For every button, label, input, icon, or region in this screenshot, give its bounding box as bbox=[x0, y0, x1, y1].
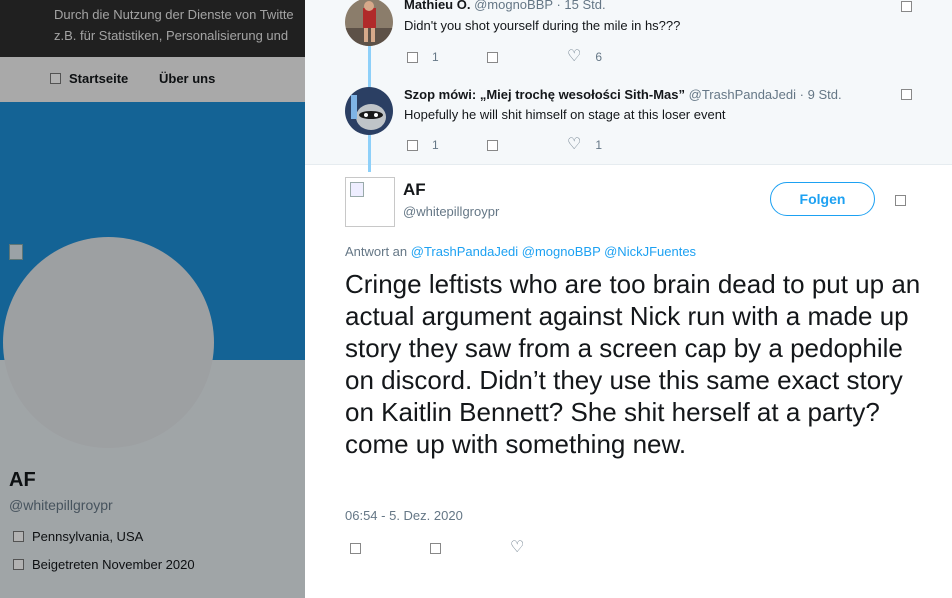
reply-avatar[interactable] bbox=[345, 87, 393, 135]
reply-to-line: Antwort an @TrashPandaJedi @mognoBBP @Ni… bbox=[345, 244, 696, 259]
like-button[interactable]: ♡ 1 bbox=[567, 137, 602, 153]
reply-icon bbox=[407, 51, 418, 63]
reply-count: 1 bbox=[432, 138, 439, 152]
reply-author-handle[interactable]: @mognoBBP bbox=[474, 0, 553, 12]
reply-icon bbox=[407, 139, 418, 151]
tweet-modal: Mathieu O. @mognoBBP · 15 Std. Didn't yo… bbox=[305, 0, 952, 598]
reply-button[interactable] bbox=[350, 542, 430, 554]
reply-text: Didn't you shot yourself during the mile… bbox=[404, 18, 681, 33]
reply-button[interactable]: 1 bbox=[407, 50, 487, 64]
retweet-button[interactable] bbox=[487, 139, 567, 151]
raccoon-photo bbox=[345, 87, 393, 135]
tweet-text: Cringe leftists who are too brain dead t… bbox=[345, 269, 921, 459]
reply-dot: · bbox=[556, 0, 561, 12]
reply-to-mentions[interactable]: @TrashPandaJedi @mognoBBP @NickJFuentes bbox=[411, 244, 696, 259]
retweet-icon bbox=[487, 51, 498, 63]
reply-tweet[interactable]: Mathieu O. @mognoBBP · 15 Std. Didn't yo… bbox=[305, 0, 952, 77]
reply-count: 1 bbox=[432, 50, 439, 64]
tweet-actions: ♡ bbox=[350, 540, 524, 556]
reply-author-name[interactable]: Szop mówi: „Miej trochę wesołości Sith-M… bbox=[404, 87, 685, 102]
tweet-author-name[interactable]: AF bbox=[403, 180, 426, 200]
like-count: 1 bbox=[595, 138, 603, 152]
retweet-button[interactable] bbox=[487, 51, 567, 63]
like-count: 6 bbox=[595, 50, 603, 64]
heart-icon: ♡ bbox=[567, 136, 582, 153]
heart-icon: ♡ bbox=[567, 48, 582, 65]
thread-line bbox=[368, 135, 371, 164]
reply-icon bbox=[350, 542, 361, 554]
reply-time[interactable]: 9 Std. bbox=[808, 87, 842, 102]
more-menu-icon[interactable] bbox=[901, 0, 912, 17]
tweet-author-avatar[interactable] bbox=[345, 177, 395, 227]
reply-time[interactable]: 15 Std. bbox=[564, 0, 605, 12]
reply-tweet[interactable]: Szop mówi: „Miej trochę wesołości Sith-M… bbox=[305, 76, 952, 165]
reply-dot: · bbox=[799, 87, 804, 102]
like-button[interactable]: ♡ 6 bbox=[567, 49, 602, 65]
reply-header: Mathieu O. @mognoBBP · 15 Std. bbox=[404, 0, 606, 12]
runner-photo bbox=[345, 0, 393, 46]
reply-text: Hopefully he will shit himself on stage … bbox=[404, 107, 726, 122]
retweet-button[interactable] bbox=[430, 542, 510, 554]
thread-line bbox=[368, 76, 371, 87]
reply-to-prefix: Antwort an bbox=[345, 244, 408, 259]
more-menu-icon[interactable] bbox=[901, 87, 912, 105]
reply-actions: 1 ♡ 1 bbox=[407, 137, 602, 153]
reply-author-name[interactable]: Mathieu O. bbox=[404, 0, 470, 12]
reply-avatar[interactable] bbox=[345, 0, 393, 46]
tweet-timestamp[interactable]: 06:54 - 5. Dez. 2020 bbox=[345, 508, 463, 523]
heart-icon: ♡ bbox=[510, 539, 525, 556]
reply-header: Szop mówi: „Miej trochę wesołości Sith-M… bbox=[404, 87, 842, 102]
reply-actions: 1 ♡ 6 bbox=[407, 49, 602, 65]
thread-line bbox=[368, 164, 371, 172]
tweet-author-handle[interactable]: @whitepillgroypr bbox=[403, 204, 499, 219]
like-button[interactable]: ♡ bbox=[510, 540, 524, 556]
follow-button[interactable]: Folgen bbox=[770, 182, 875, 216]
retweet-icon bbox=[487, 139, 498, 151]
reply-author-handle[interactable]: @TrashPandaJedi bbox=[689, 87, 796, 102]
thread-line bbox=[368, 44, 371, 76]
more-menu-icon[interactable] bbox=[895, 193, 906, 211]
broken-image-icon bbox=[350, 182, 364, 197]
retweet-icon bbox=[430, 542, 441, 554]
reply-button[interactable]: 1 bbox=[407, 138, 487, 152]
